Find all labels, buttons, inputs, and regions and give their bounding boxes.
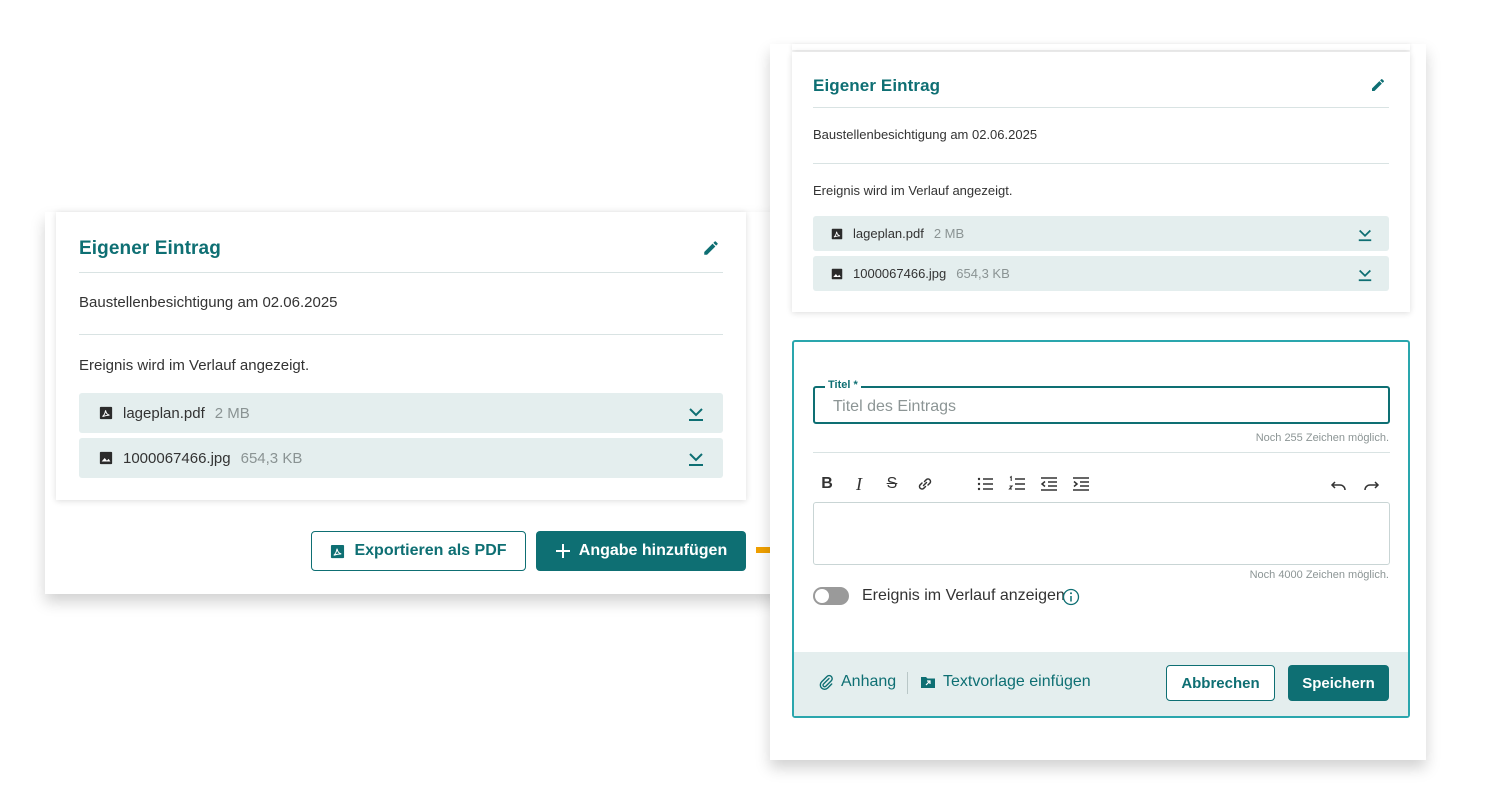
separator — [907, 672, 908, 694]
cancel-button[interactable]: Abbrechen — [1166, 665, 1275, 701]
edit-icon[interactable] — [702, 239, 720, 257]
outdent-icon[interactable] — [1038, 473, 1060, 495]
info-icon[interactable] — [1062, 588, 1080, 606]
new-entry-form: Titel * Titel des Eintrags Noch 255 Zeic… — [792, 340, 1410, 718]
entry-title: Eigener Eintrag — [79, 238, 221, 259]
attachment-size: 2 MB — [933, 226, 965, 241]
link-icon[interactable] — [914, 473, 936, 495]
cancel-label: Abbrechen — [1181, 674, 1260, 692]
pdf-icon — [99, 406, 113, 420]
attachment-item[interactable]: lageplan.pdf 2 MB — [813, 216, 1389, 251]
attachment-name: 1000067466.jpg — [853, 266, 947, 281]
right-panel: Eigener Eintrag Baustellenbesichtigung a… — [770, 44, 1426, 760]
entry-title: Eigener Eintrag — [813, 76, 941, 95]
entry-card: Eigener Eintrag Baustellenbesichtigung a… — [56, 212, 746, 500]
export-pdf-label: Exportieren als PDF — [354, 542, 507, 559]
attachment-size: 654,3 KB — [240, 449, 303, 467]
visibility-text: Ereignis wird im Verlauf angezeigt. — [813, 183, 1013, 198]
download-icon[interactable] — [687, 404, 705, 422]
undo-icon[interactable] — [1328, 473, 1350, 495]
form-footer: Anhang Textvorlage einfügen Abbrechen Sp… — [794, 652, 1408, 716]
italic-button[interactable]: I — [848, 473, 870, 495]
paperclip-icon — [819, 674, 833, 690]
save-label: Speichern — [1302, 674, 1375, 692]
divider — [813, 163, 1389, 164]
attachment-name: 1000067466.jpg — [123, 449, 231, 467]
attachment-label: Anhang — [841, 673, 897, 690]
italic-icon: I — [856, 473, 862, 494]
add-entry-label: Angabe hinzufügen — [578, 542, 728, 559]
export-pdf-button[interactable]: Exportieren als PDF — [311, 531, 526, 571]
title-placeholder: Titel des Eintrags — [833, 398, 957, 415]
pdf-icon — [331, 544, 345, 558]
numbered-list-icon[interactable] — [1006, 473, 1028, 495]
attachment-item[interactable]: 1000067466.jpg 654,3 KB — [813, 256, 1389, 291]
edit-icon[interactable] — [1370, 77, 1386, 93]
title-label-text: Titel — [828, 379, 851, 391]
attachment-size: 654,3 KB — [956, 266, 1010, 281]
indent-icon[interactable] — [1070, 473, 1092, 495]
text-editor[interactable] — [813, 502, 1390, 565]
save-button[interactable]: Speichern — [1288, 665, 1389, 701]
left-panel: Eigener Eintrag Baustellenbesichtigung a… — [45, 212, 785, 594]
strikethrough-icon: S — [886, 475, 898, 492]
attachment-size: 2 MB — [214, 404, 250, 422]
image-icon — [99, 451, 113, 465]
bold-icon: B — [821, 475, 833, 492]
divider — [79, 272, 723, 273]
insert-template-label: Textvorlage einfügen — [943, 673, 1091, 690]
download-icon[interactable] — [1357, 266, 1373, 282]
attachment-name: lageplan.pdf — [123, 404, 205, 422]
attachment-item[interactable]: 1000067466.jpg 654,3 KB — [79, 438, 723, 478]
previous-card-edge — [792, 44, 1410, 50]
strikethrough-button[interactable]: S — [881, 473, 903, 495]
attachment-item[interactable]: lageplan.pdf 2 MB — [79, 393, 723, 433]
template-icon — [921, 677, 935, 688]
pdf-icon — [831, 228, 843, 239]
insert-template-button[interactable]: Textvorlage einfügen — [920, 673, 1091, 691]
bold-button[interactable]: B — [816, 473, 838, 495]
divider — [813, 107, 1389, 108]
toggle-knob — [815, 589, 829, 603]
show-in-history-toggle[interactable] — [813, 587, 849, 605]
required-marker: * — [853, 379, 858, 391]
entry-card: Eigener Eintrag Baustellenbesichtigung a… — [792, 52, 1410, 312]
image-icon — [831, 268, 843, 279]
attachment-button[interactable]: Anhang — [818, 673, 896, 691]
redo-icon[interactable] — [1360, 473, 1382, 495]
bullet-list-icon[interactable] — [974, 473, 996, 495]
divider — [813, 452, 1390, 453]
add-entry-button[interactable]: Angabe hinzufügen — [536, 531, 746, 571]
toggle-label: Ereignis im Verlauf anzeigen — [862, 587, 1065, 604]
visibility-text: Ereignis wird im Verlauf angezeigt. — [79, 357, 310, 374]
download-icon[interactable] — [1357, 226, 1373, 242]
title-field-label: Titel * — [825, 379, 861, 391]
title-char-counter: Noch 255 Zeichen möglich. — [1255, 432, 1389, 444]
entry-description: Baustellenbesichtigung am 02.06.2025 — [813, 127, 1038, 142]
title-input[interactable]: Titel * Titel des Eintrags — [813, 379, 1390, 424]
download-icon[interactable] — [687, 449, 705, 467]
plus-icon — [555, 544, 570, 558]
entry-description: Baustellenbesichtigung am 02.06.2025 — [79, 294, 338, 311]
divider — [79, 334, 723, 335]
body-char-counter: Noch 4000 Zeichen möglich. — [1249, 569, 1389, 581]
attachment-name: lageplan.pdf — [853, 226, 924, 241]
